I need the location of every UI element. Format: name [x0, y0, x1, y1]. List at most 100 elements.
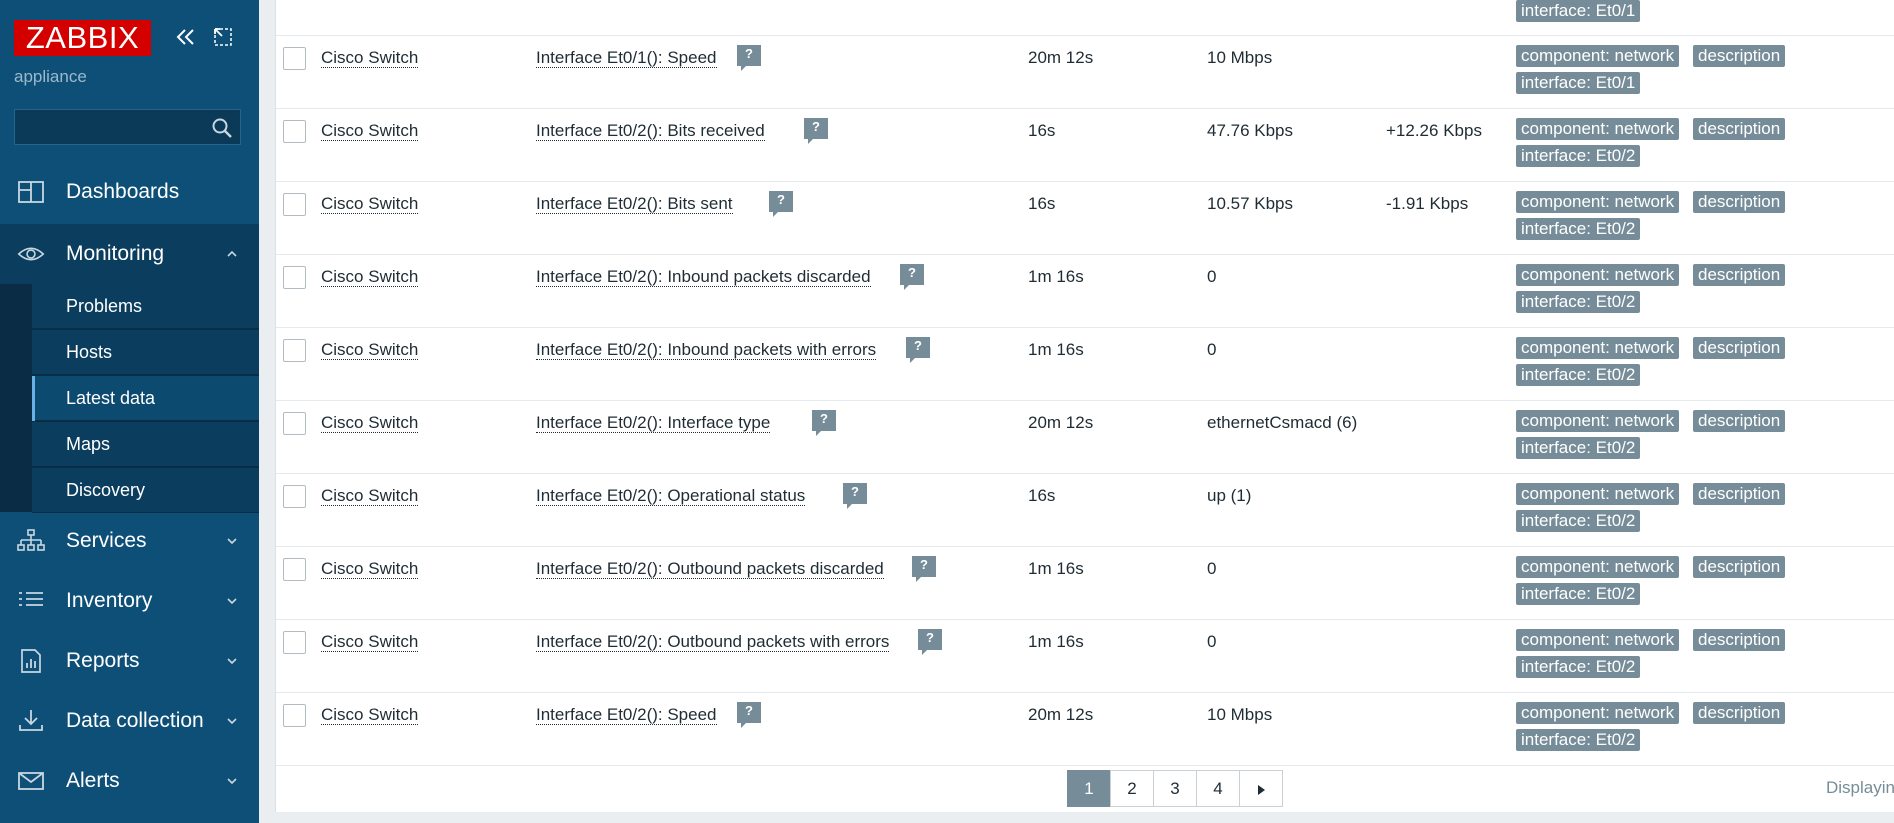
row-checkbox[interactable] — [283, 704, 306, 727]
tag-interface[interactable]: interface: Et0/2 — [1516, 583, 1641, 605]
tag-component[interactable]: component: network — [1516, 483, 1680, 505]
tag-description[interactable]: description — [1693, 264, 1786, 286]
tag-interface[interactable]: interface: Et0/2 — [1516, 729, 1641, 751]
nav-monitoring[interactable]: Monitoring — [0, 224, 259, 284]
help-icon[interactable]: ? — [906, 337, 930, 363]
next-page-icon — [1258, 784, 1265, 795]
tag-component[interactable]: component: network — [1516, 410, 1680, 432]
tag-description[interactable]: description — [1693, 629, 1786, 651]
tag-component[interactable]: component: network — [1516, 337, 1680, 359]
tag-interface[interactable]: interface: Et0/2 — [1516, 364, 1641, 386]
tag-component[interactable]: component: network — [1516, 118, 1680, 140]
tag-description[interactable]: description — [1693, 191, 1786, 213]
row-checkbox[interactable] — [283, 485, 306, 508]
help-icon[interactable]: ? — [900, 264, 924, 290]
tag-description[interactable]: description — [1693, 702, 1786, 724]
nav-data-collection[interactable]: Data collection — [0, 691, 259, 751]
row-checkbox[interactable] — [283, 558, 306, 581]
sidebar-item-problems[interactable]: Problems — [32, 284, 259, 329]
help-icon[interactable]: ? — [812, 410, 836, 436]
table-row: Cisco Switch Interface Et0/2(): Speed ? … — [276, 693, 1894, 766]
item-name-link[interactable]: Interface Et0/2(): Outbound packets with… — [536, 632, 890, 652]
chevron-up-icon — [227, 250, 237, 257]
nav-inventory[interactable]: Inventory — [0, 571, 259, 631]
tag-component[interactable]: component: network — [1516, 191, 1680, 213]
sidebar-item-hosts[interactable]: Hosts — [32, 330, 259, 375]
tag-interface[interactable]: interface: Et0/2 — [1516, 510, 1641, 532]
item-name-link[interactable]: Interface Et0/1(): Speed — [536, 48, 717, 68]
item-name-link[interactable]: Interface Et0/2(): Interface type — [536, 413, 771, 433]
tag-interface[interactable]: interface: Et0/2 — [1516, 656, 1641, 678]
host-link[interactable]: Cisco Switch — [321, 413, 419, 433]
page-2-button[interactable]: 2 — [1110, 770, 1154, 807]
row-checkbox[interactable] — [283, 412, 306, 435]
row-checkbox[interactable] — [283, 47, 306, 70]
tag-interface[interactable]: interface: Et0/1 — [1516, 0, 1641, 22]
help-icon[interactable]: ? — [737, 45, 761, 71]
tag-component[interactable]: component: network — [1516, 629, 1680, 651]
next-page-button[interactable] — [1239, 770, 1283, 807]
last-check: 1m 16s — [1028, 632, 1084, 651]
tag-description[interactable]: description — [1693, 45, 1786, 67]
host-link[interactable]: Cisco Switch — [321, 486, 419, 506]
row-checkbox[interactable] — [283, 120, 306, 143]
item-name-link[interactable]: Interface Et0/2(): Inbound packets with … — [536, 340, 877, 360]
tag-description[interactable]: description — [1693, 556, 1786, 578]
item-name-link[interactable]: Interface Et0/2(): Speed — [536, 705, 717, 725]
search-icon[interactable] — [210, 116, 234, 140]
nav-alerts[interactable]: Alerts — [0, 751, 259, 811]
tag-description[interactable]: description — [1693, 483, 1786, 505]
row-checkbox[interactable] — [283, 339, 306, 362]
row-checkbox[interactable] — [283, 631, 306, 654]
nav-dashboards[interactable]: Dashboards — [0, 162, 259, 222]
host-link[interactable]: Cisco Switch — [321, 267, 419, 287]
host-link[interactable]: Cisco Switch — [321, 121, 419, 141]
sidebar-item-discovery[interactable]: Discovery — [32, 468, 259, 513]
host-link[interactable]: Cisco Switch — [321, 559, 419, 579]
collapse-sidebar-icon[interactable] — [174, 25, 198, 49]
tag-description[interactable]: description — [1693, 118, 1786, 140]
help-icon[interactable]: ? — [737, 702, 761, 728]
host-link[interactable]: Cisco Switch — [321, 705, 419, 725]
host-link[interactable]: Cisco Switch — [321, 48, 419, 68]
row-checkbox[interactable] — [283, 266, 306, 289]
host-link[interactable]: Cisco Switch — [321, 632, 419, 652]
item-name-link[interactable]: Interface Et0/2(): Bits sent — [536, 194, 733, 214]
tag-interface[interactable]: interface: Et0/2 — [1516, 218, 1641, 240]
help-icon[interactable]: ? — [918, 629, 942, 655]
tag-component[interactable]: component: network — [1516, 264, 1680, 286]
host-link[interactable]: Cisco Switch — [321, 194, 419, 214]
help-icon[interactable]: ? — [912, 556, 936, 582]
tag-component[interactable]: component: network — [1516, 702, 1680, 724]
tag-component[interactable]: component: network — [1516, 45, 1680, 67]
page-3-button[interactable]: 3 — [1153, 770, 1197, 807]
tag-description[interactable]: description — [1693, 337, 1786, 359]
tag-interface[interactable]: interface: Et0/2 — [1516, 291, 1641, 313]
help-icon[interactable]: ? — [769, 191, 793, 217]
sidebar-item-maps[interactable]: Maps — [32, 422, 259, 467]
page-1-button[interactable]: 1 — [1067, 770, 1111, 807]
page-4-button[interactable]: 4 — [1196, 770, 1240, 807]
kiosk-mode-icon[interactable] — [212, 26, 234, 48]
nav-reports[interactable]: Reports — [0, 631, 259, 691]
item-name-link[interactable]: Interface Et0/2(): Operational status — [536, 486, 806, 506]
help-icon[interactable]: ? — [804, 118, 828, 144]
last-value: 0 — [1207, 559, 1217, 578]
item-name-link[interactable]: Interface Et0/2(): Bits received — [536, 121, 765, 141]
row-checkbox[interactable] — [283, 193, 306, 216]
sidebar-item-latest-data[interactable]: Latest data — [32, 376, 259, 421]
host-link[interactable]: Cisco Switch — [321, 340, 419, 360]
help-icon[interactable]: ? — [843, 483, 867, 509]
search-field[interactable] — [14, 109, 241, 145]
zabbix-logo[interactable]: ZABBIX — [14, 20, 151, 56]
nav-services[interactable]: Services — [0, 511, 259, 571]
envelope-icon — [18, 772, 44, 790]
tag-component[interactable]: component: network — [1516, 556, 1680, 578]
tag-interface[interactable]: interface: Et0/2 — [1516, 145, 1641, 167]
tag-description[interactable]: description — [1693, 410, 1786, 432]
tag-interface[interactable]: interface: Et0/1 — [1516, 72, 1641, 94]
item-name-link[interactable]: Interface Et0/2(): Outbound packets disc… — [536, 559, 884, 579]
last-check: 20m 12s — [1028, 705, 1094, 724]
item-name-link[interactable]: Interface Et0/2(): Inbound packets disca… — [536, 267, 871, 287]
tag-interface[interactable]: interface: Et0/2 — [1516, 437, 1641, 459]
